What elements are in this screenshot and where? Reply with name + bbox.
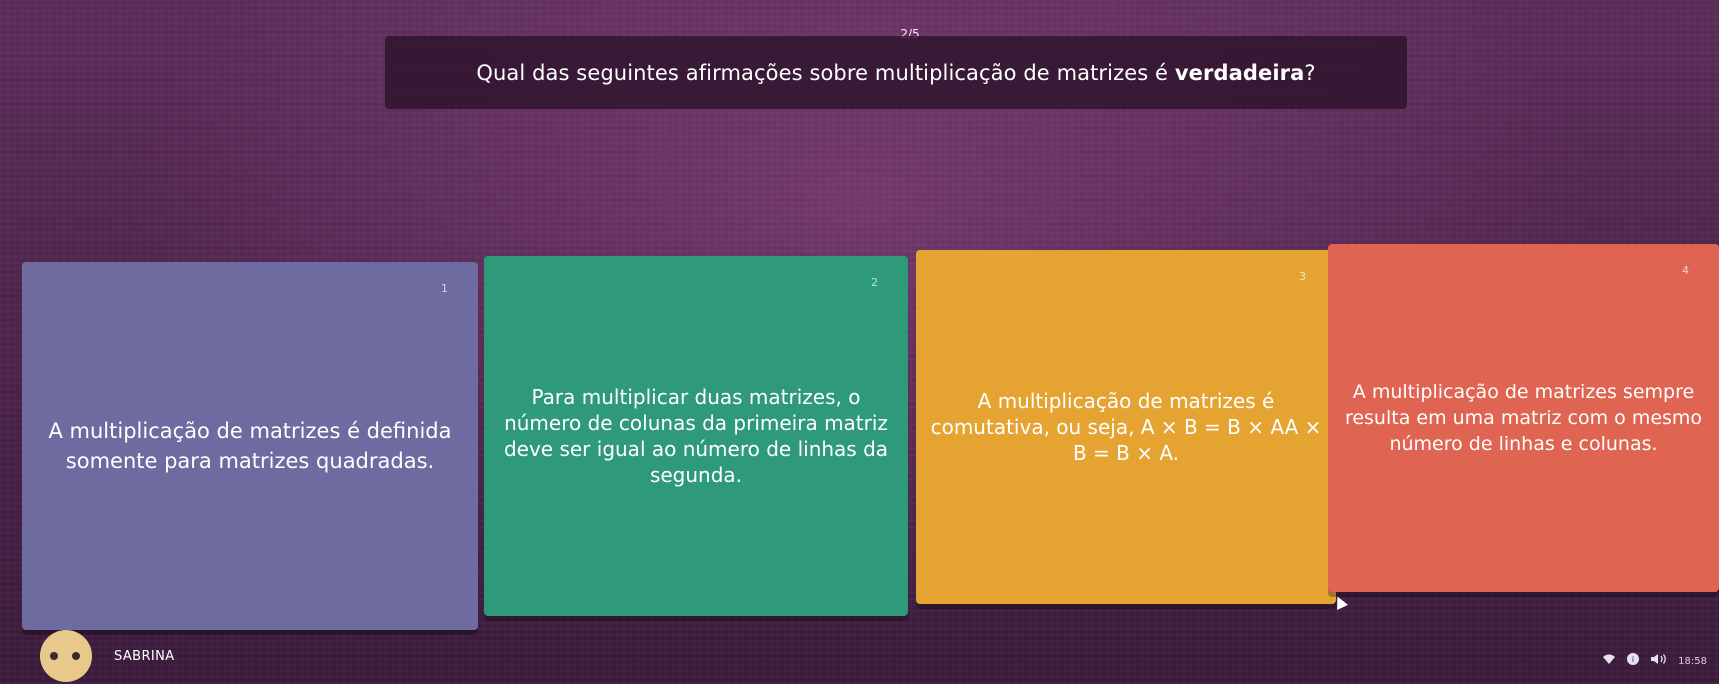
answer-option-4[interactable]: 4 A multiplicação de matrizes sempre res… [1328, 244, 1719, 592]
answer-text-1: A multiplicação de matrizes é definida s… [48, 419, 452, 473]
question-text: Qual das seguintes afirmações sobre mult… [476, 61, 1315, 85]
answer-number-3: 3 [1299, 270, 1306, 283]
svg-text:i: i [1632, 655, 1634, 664]
question-bar: Qual das seguintes afirmações sobre mult… [385, 36, 1407, 109]
clock: 18:58 [1678, 655, 1707, 667]
volume-icon[interactable] [1650, 653, 1668, 669]
question-text-end: ? [1304, 60, 1316, 85]
wifi-icon[interactable] [1602, 653, 1616, 669]
answer-number-4: 4 [1682, 264, 1689, 277]
answer-grid: 1 A multiplicação de matrizes é definida… [22, 240, 1719, 630]
answer-option-2[interactable]: 2 Para multiplicar duas matrizes, o núme… [484, 256, 908, 616]
username: SABRINA [114, 648, 175, 664]
system-tray: i 18:58 [1602, 652, 1707, 670]
answer-number-1: 1 [441, 282, 448, 295]
answer-text-4: A multiplicação de matrizes sempre resul… [1344, 381, 1703, 455]
answer-option-1[interactable]: 1 A multiplicação de matrizes é definida… [22, 262, 478, 630]
answer-text-2: Para multiplicar duas matrizes, o número… [503, 385, 889, 487]
user-area: SABRINA [40, 628, 175, 684]
notification-icon[interactable]: i [1626, 652, 1640, 670]
question-text-start: Qual das seguintes afirmações sobre mult… [476, 60, 1175, 85]
answer-option-3[interactable]: 3 A multiplicação de matrizes é comutati… [916, 250, 1336, 604]
answer-text-3: A multiplicação de matrizes é comutativa… [930, 389, 1322, 465]
avatar [40, 630, 92, 682]
question-text-emphasis: verdadeira [1174, 60, 1305, 85]
answer-number-2: 2 [871, 276, 878, 289]
